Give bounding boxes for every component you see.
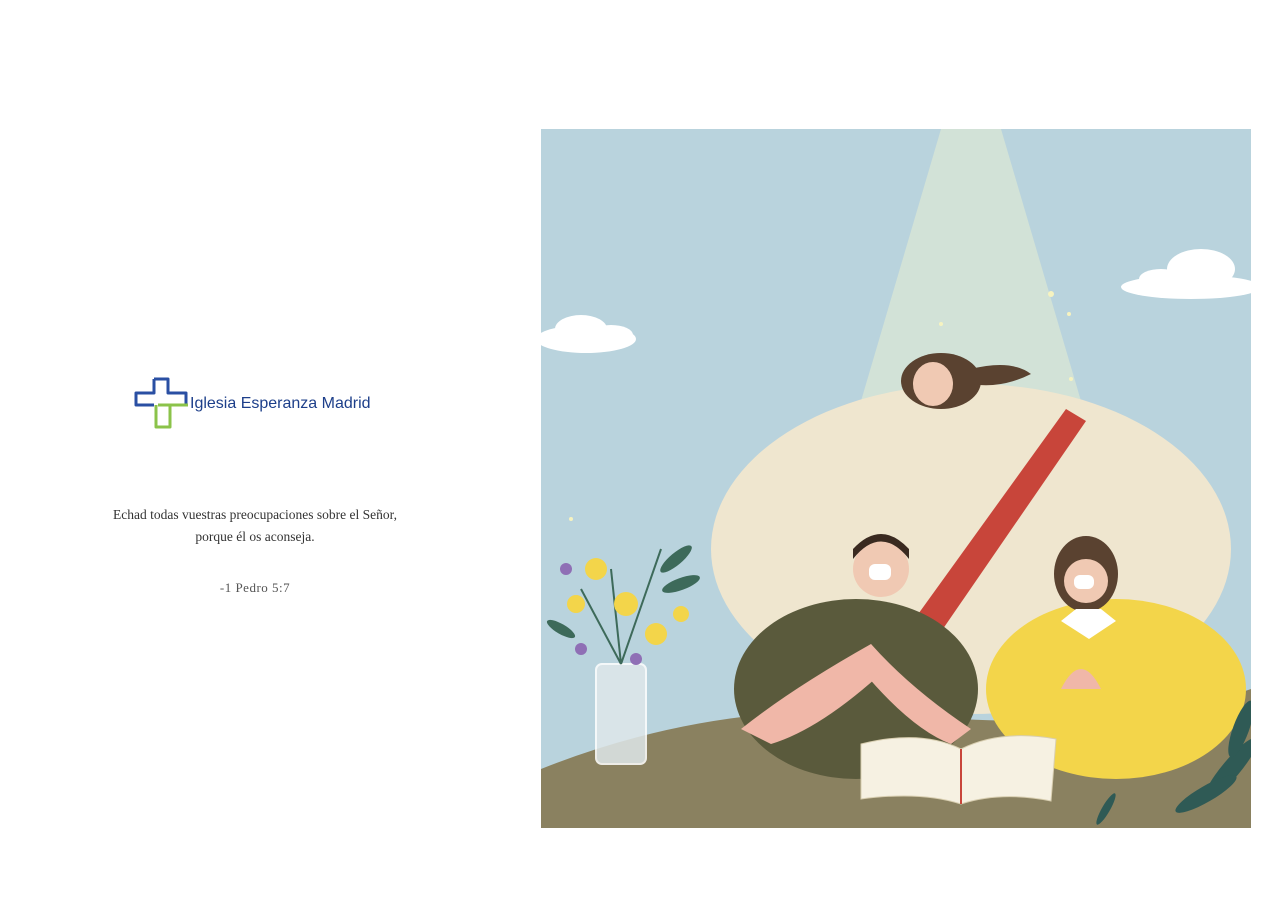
jesus-face xyxy=(913,362,953,406)
verse-line-1: Echad todas vuestras preocupaciones sobr… xyxy=(113,507,397,522)
verse-line-2: porque él os aconseja. xyxy=(195,529,315,544)
church-logo[interactable]: Iglesia Esperanza Madrid xyxy=(134,374,384,434)
church-name: Iglesia Esperanza Madrid xyxy=(190,395,371,412)
glass-vase xyxy=(595,663,647,765)
praying-people-illustration xyxy=(541,129,1251,828)
cross-logo-icon xyxy=(134,377,188,429)
verse-text: Echad todas vuestras preocupaciones sobr… xyxy=(60,504,450,548)
verse-reference: -1 Pedro 5:7 xyxy=(219,580,291,595)
